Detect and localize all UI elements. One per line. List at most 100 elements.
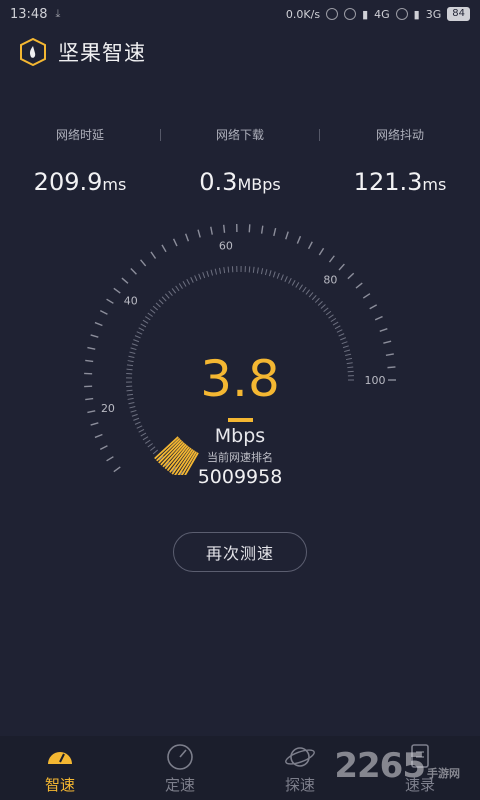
gauge-outer-tick	[222, 224, 226, 233]
gauge-outer-tick	[328, 255, 335, 263]
gauge-inner-tick	[182, 281, 187, 287]
metric-label-download: 网络下载	[160, 126, 320, 146]
gauge-inner-tick	[130, 409, 137, 413]
planet-icon	[285, 747, 315, 767]
gauge-outer-tick	[130, 268, 137, 275]
gauge-inner-tick	[150, 309, 156, 314]
gauge-inner-tick	[272, 271, 276, 278]
gauge-outer-tick	[260, 225, 264, 234]
gauge-inner-tick	[136, 331, 143, 335]
signal-1-label: 4G	[374, 7, 390, 21]
gauge-outer-tick	[87, 410, 96, 414]
gauge-inner-tick	[202, 272, 206, 279]
gauge-inner-tick	[133, 417, 140, 421]
gauge-inner-tick	[210, 269, 214, 276]
gauge-inner-tick	[342, 345, 349, 349]
speed-underline	[228, 418, 253, 422]
gauge-inner-tick	[252, 266, 255, 273]
gauge-inner-tick	[158, 299, 164, 305]
speedometer-icon	[48, 752, 72, 764]
gauge-outer-tick	[121, 277, 129, 284]
gauge-inner-tick	[280, 274, 284, 281]
gauge-inner-tick	[311, 294, 317, 301]
gauge-outer-tick	[383, 340, 392, 344]
gauge-inner-tick	[138, 327, 145, 331]
alarm-icon	[344, 8, 357, 20]
speed-value: 3.8	[200, 350, 280, 408]
gauge-outer-tick	[273, 227, 277, 237]
gauge-outer-tick	[347, 272, 355, 280]
gauge-tick-label: 60	[219, 240, 233, 253]
tab-label: 智速	[44, 776, 75, 794]
gauge-inner-tick	[155, 302, 161, 308]
status-time: 13:48	[10, 6, 48, 22]
app-bar: 坚果智速	[0, 30, 480, 74]
gauge-tick-label: 40	[124, 295, 138, 308]
gauge-outer-tick	[210, 226, 213, 235]
gauge-inner-tick	[332, 321, 339, 326]
gauge-inner-tick	[305, 289, 311, 295]
gauge-outer-tick	[113, 287, 121, 294]
gauge-outer-tick	[285, 231, 289, 240]
download-icon: ⤓	[55, 7, 61, 20]
gauge-outer-tick	[184, 233, 190, 242]
gauge-inner-tick	[194, 275, 198, 282]
gauge-inner-tick	[164, 293, 170, 299]
watermark-text: 手游网	[427, 767, 460, 780]
gauge-inner-tick	[171, 288, 177, 294]
gauge-inner-tick	[330, 317, 337, 323]
gauge-outer-tick	[307, 241, 313, 250]
gauge-inner-tick	[227, 266, 230, 273]
gauge-inner-tick	[145, 316, 151, 321]
gauge-outer-tick	[355, 282, 363, 289]
gauge-outer-tick	[150, 251, 157, 259]
gauge-inner-tick	[161, 296, 167, 302]
gauge-inner-tick	[131, 343, 138, 347]
gauge-inner-tick	[219, 267, 222, 274]
gauge-inner-tick	[256, 267, 259, 274]
roaming-icon	[395, 8, 408, 20]
watermark-number: 2265	[334, 746, 426, 786]
tab-label: 探速	[284, 776, 315, 794]
network-speed: 0.0K/s	[285, 7, 321, 21]
gauge-inner-tick	[340, 337, 347, 341]
gauge-inner-tick	[178, 283, 183, 289]
app-title: 坚果智速	[58, 41, 146, 65]
status-bar: 13:48 ⤓ 0.0K/s ▮ 4G ▮ 3G 84	[0, 0, 480, 28]
gauge-inner-tick	[198, 273, 202, 280]
gauge-inner-tick	[190, 277, 194, 283]
gauge-inner-tick	[320, 304, 326, 309]
gauge-outer-tick	[379, 328, 388, 332]
gauge-outer-tick	[99, 310, 108, 315]
metric-value-latency: 209.9ms	[33, 168, 127, 196]
gauge-outer-tick	[106, 298, 114, 304]
gauge-inner-tick	[152, 305, 159, 311]
gauge-outer-tick	[318, 247, 325, 256]
watermark: 2265 手游网	[334, 746, 460, 786]
gauge-inner-tick	[134, 335, 141, 339]
gauge-inner-tick	[328, 314, 334, 319]
gauge-inner-tick	[314, 297, 320, 303]
gauge-outer-tick	[172, 238, 178, 247]
tab-fixed-speed[interactable]: 定速	[120, 736, 240, 800]
tab-smart-speed[interactable]: 智速	[0, 736, 120, 800]
gauge-outer-tick	[140, 259, 147, 267]
gauge-inner-tick	[147, 312, 153, 317]
metric-label-jitter: 网络抖动	[375, 128, 424, 142]
metric-label-latency: 网络时延	[55, 128, 104, 142]
gauge-inner-tick	[248, 266, 251, 273]
signal-2-label: 3G	[425, 7, 442, 21]
gauge-inner-tick	[284, 276, 288, 282]
gauge-inner-tick	[264, 269, 268, 276]
gauge-inner-tick	[131, 413, 138, 417]
gauge-inner-tick	[338, 333, 345, 337]
gauge-outer-tick	[369, 304, 378, 310]
gauge-inner-tick	[276, 272, 280, 279]
app-logo-icon	[20, 38, 46, 66]
divider	[160, 129, 161, 141]
signal-icon-2: ▮	[413, 7, 420, 21]
gauge-inner-tick	[133, 339, 140, 343]
retest-button[interactable]: 再次测速	[173, 532, 307, 572]
speed-unit: Mbps	[214, 425, 266, 447]
bluetooth-icon	[326, 8, 339, 20]
